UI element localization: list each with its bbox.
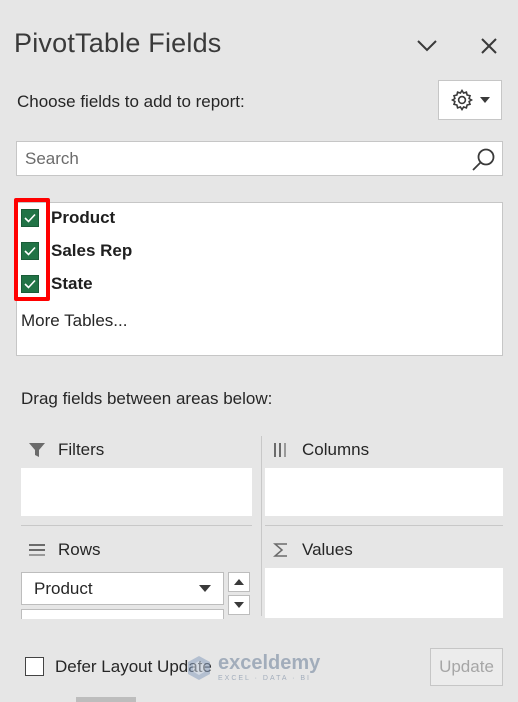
collapse-button[interactable] (412, 31, 442, 61)
rows-item-product[interactable]: Product (21, 572, 224, 605)
rows-label: Rows (58, 540, 101, 559)
rows-item-label: Product (34, 578, 93, 598)
rows-item-partial (21, 609, 224, 619)
watermark-tagline: EXCEL · DATA · BI (218, 675, 311, 682)
arrow-up-icon (234, 579, 244, 585)
values-label: Values (302, 540, 353, 559)
dropdown-arrow-icon[interactable] (199, 585, 211, 592)
exceldemy-logo-icon (188, 655, 210, 680)
field-settings-button[interactable] (438, 80, 502, 120)
field-label: State (51, 274, 93, 293)
area-divider-horizontal (265, 525, 503, 526)
sigma-icon (273, 543, 287, 557)
rows-scroll-up-button[interactable] (228, 572, 250, 592)
search-input[interactable] (17, 147, 467, 170)
columns-area-header: Columns (270, 440, 369, 460)
close-button[interactable] (474, 31, 504, 61)
close-icon (481, 38, 497, 54)
field-list: Product Sales Rep State More Tables... (16, 202, 503, 356)
rows-area-header: Rows (26, 540, 101, 560)
values-area-header: Values (270, 540, 353, 560)
filters-area-header: Filters (26, 440, 104, 460)
filter-icon (29, 443, 45, 457)
columns-drop-zone[interactable] (265, 468, 503, 516)
search-icon[interactable] (470, 146, 498, 174)
columns-icon (274, 443, 286, 457)
filters-drop-zone[interactable] (21, 468, 252, 516)
columns-label: Columns (302, 440, 370, 459)
area-divider-horizontal (21, 525, 252, 526)
field-label: Product (51, 208, 116, 227)
more-tables-link[interactable]: More Tables... (21, 311, 127, 331)
drag-fields-label: Drag fields between areas below: (21, 389, 273, 408)
area-divider-vertical (261, 436, 262, 616)
choose-fields-label: Choose fields to add to report: (17, 92, 245, 111)
gear-icon (450, 89, 474, 111)
field-label: Sales Rep (51, 241, 133, 260)
chevron-down-icon (417, 40, 437, 52)
values-drop-zone[interactable] (265, 568, 503, 618)
update-button[interactable]: Update (430, 648, 503, 686)
arrow-down-icon (234, 602, 244, 608)
dropdown-arrow-icon (480, 97, 490, 103)
panel-title: PivotTable Fields (14, 28, 222, 58)
exceldemy-watermark: exceldemy EXCEL · DATA · BI (186, 653, 320, 682)
defer-layout-checkbox[interactable] (25, 657, 44, 676)
checkbox-highlight-annotation (14, 198, 50, 301)
filters-label: Filters (58, 440, 105, 459)
rows-icon (29, 544, 45, 556)
resize-strip (76, 697, 136, 702)
watermark-brand: exceldemy (218, 652, 321, 674)
search-field-container (16, 141, 503, 176)
rows-scroll-down-button[interactable] (228, 595, 250, 615)
